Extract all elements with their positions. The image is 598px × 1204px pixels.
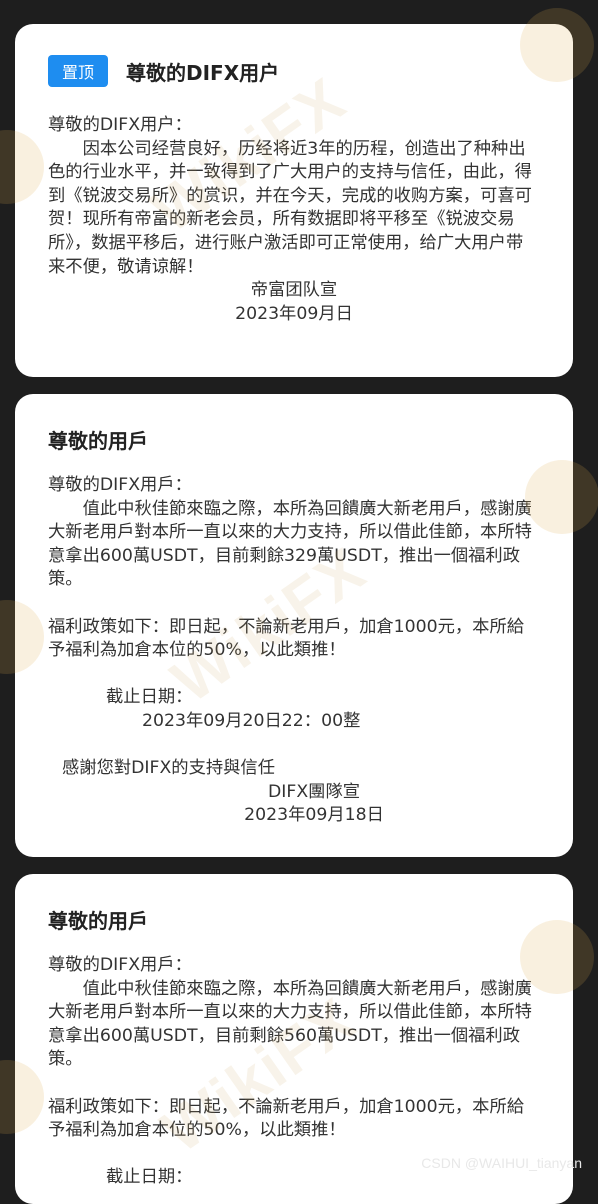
- card-title: 尊敬的用戶: [48, 428, 148, 453]
- card-body: 尊敬的DIFX用户： 因本公司经营良好，历经将近3年的历程，创造出了种种出色的行…: [48, 114, 540, 326]
- deadline-value: 2023年09月20日22：00整: [142, 710, 361, 731]
- notice-body: 因本公司经营良好，历经将近3年的历程，创造出了种种出色的行业水平，并一致得到了广…: [48, 138, 532, 277]
- notice-body: 值此中秋佳節來臨之際，本所為回饋廣大新老用戶，感謝廣大新老用戶對本所一直以來的大…: [48, 978, 532, 1070]
- greeting: 尊敬的DIFX用戶：: [48, 955, 192, 975]
- card-body: 尊敬的DIFX用戶： 值此中秋佳節來臨之際，本所為回饋廣大新老用戶，感謝廣大新老…: [48, 474, 540, 828]
- card-header: 置顶 尊敬的DIFX用户: [48, 48, 540, 94]
- card-header: 尊敬的用戶: [48, 896, 540, 942]
- notice-card-1[interactable]: 置顶 尊敬的DIFX用户 尊敬的DIFX用户： 因本公司经营良好，历经将近3年的…: [15, 24, 573, 377]
- policy-text: 福利政策如下：即日起，不論新老用戶，加倉1000元，本所給予福利為加倉本位的50…: [48, 616, 525, 661]
- pinned-badge: 置顶: [48, 55, 109, 87]
- greeting: 尊敬的DIFX用戶：: [48, 475, 192, 495]
- notice-body: 值此中秋佳節來臨之際，本所為回饋廣大新老用戶，感謝廣大新老用戶對本所一直以來的大…: [48, 498, 532, 590]
- greeting: 尊敬的DIFX用户：: [48, 115, 192, 135]
- deadline-label: 截止日期：: [106, 687, 193, 708]
- date: 2023年09月日: [235, 303, 353, 324]
- card-header: 尊敬的用戶: [48, 416, 540, 462]
- card-title: 尊敬的DIFX用户: [126, 60, 280, 85]
- source-credit: CSDN @WAIHUI_tianyan: [421, 1155, 582, 1171]
- signature: 帝富团队宣: [250, 280, 338, 301]
- policy-text: 福利政策如下：即日起，不論新老用戶，加倉1000元，本所給予福利為加倉本位的50…: [48, 1096, 525, 1141]
- thanks-text: 感謝您對DIFX的支持與信任: [62, 758, 275, 779]
- date: 2023年09月18日: [244, 805, 384, 826]
- notice-card-2[interactable]: 尊敬的用戶 尊敬的DIFX用戶： 值此中秋佳節來臨之際，本所為回饋廣大新老用戶，…: [15, 394, 573, 857]
- signature: DIFX團隊宣: [267, 781, 361, 802]
- card-title: 尊敬的用戶: [48, 908, 148, 933]
